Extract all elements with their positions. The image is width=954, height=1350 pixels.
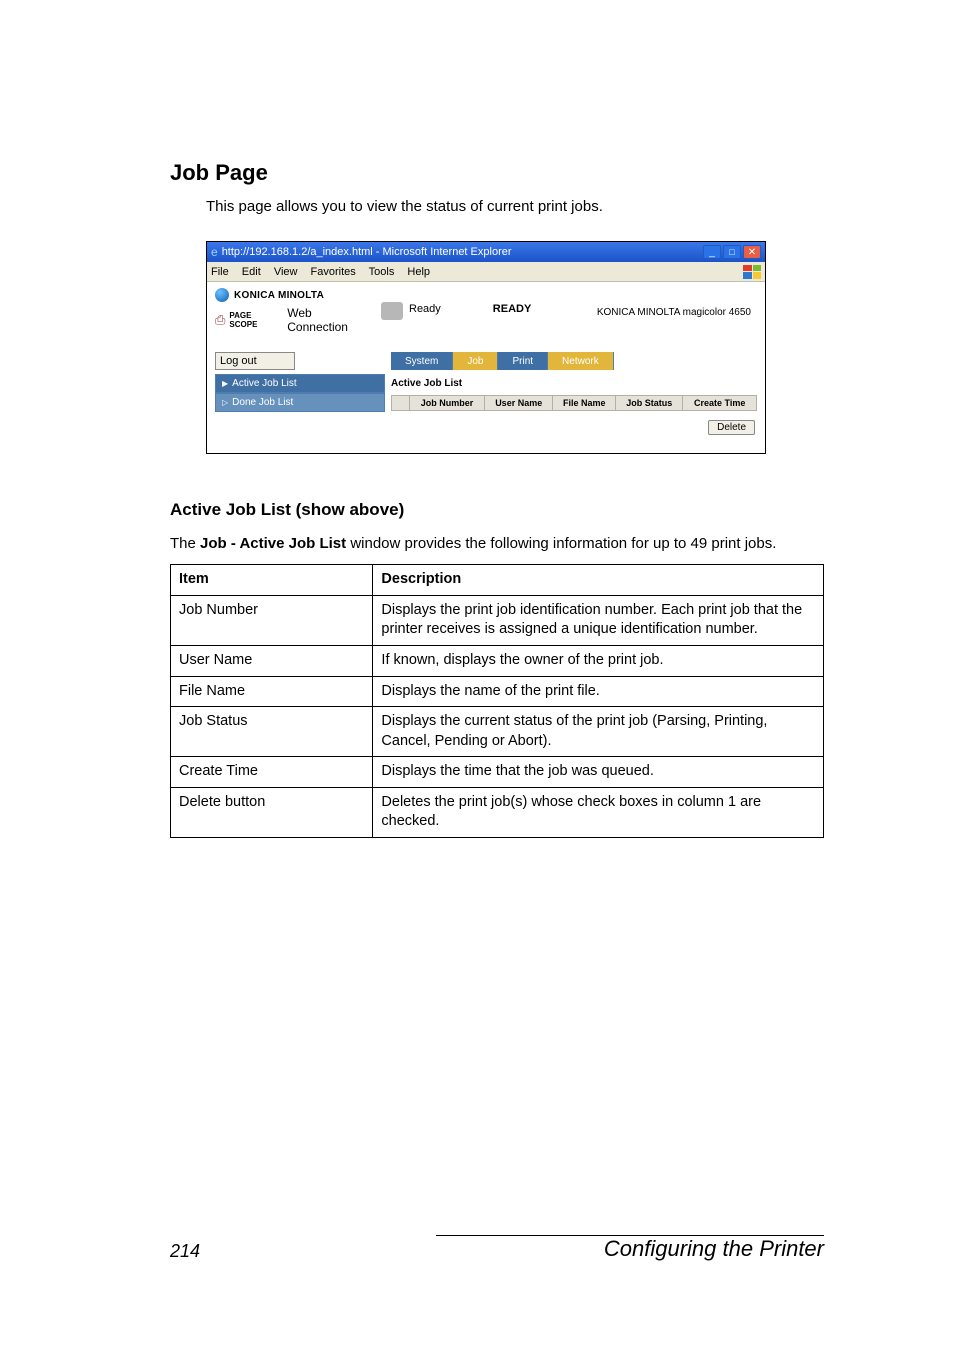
menu-view[interactable]: View xyxy=(274,266,298,278)
intro-text: This page allows you to view the status … xyxy=(206,198,824,215)
printer-icon xyxy=(381,302,403,320)
description-paragraph: The Job - Active Job List window provide… xyxy=(170,534,824,554)
ready-small: Ready xyxy=(409,303,441,315)
triangle-icon: ▶ xyxy=(222,379,228,388)
sidebar-item-active-job-list[interactable]: ▶ Active Job List xyxy=(215,374,385,393)
col-job-status: Job Status xyxy=(616,396,683,411)
tab-print[interactable]: Print xyxy=(498,352,548,370)
menu-tools[interactable]: Tools xyxy=(369,266,395,278)
table-row: Create TimeDisplays the time that the jo… xyxy=(171,757,824,788)
logout-button[interactable]: Log out xyxy=(215,352,295,370)
page-number: 214 xyxy=(170,1241,200,1262)
menubar: File Edit View Favorites Tools Help xyxy=(207,262,765,282)
table-row: File NameDisplays the name of the print … xyxy=(171,676,824,707)
printer-model: KONICA MINOLTA magicolor 4650 xyxy=(597,307,757,318)
active-job-list-subhead: Active Job List (show above) xyxy=(170,500,824,520)
sidebar-item-label: Done Job List xyxy=(232,397,293,408)
window-minimize-button[interactable]: _ xyxy=(703,245,721,259)
window-title: http://192.168.1.2/a_index.html - Micros… xyxy=(222,246,512,258)
web-connection-label: Web Connection xyxy=(287,306,375,334)
menu-favorites[interactable]: Favorites xyxy=(311,266,356,278)
col-checkbox xyxy=(392,396,410,411)
ie-icon: e xyxy=(211,245,218,259)
col-user-name: User Name xyxy=(485,396,553,411)
table-row: Delete buttonDeletes the print job(s) wh… xyxy=(171,787,824,837)
delete-button[interactable]: Delete xyxy=(708,420,755,435)
table-row: Job NumberDisplays the print job identif… xyxy=(171,595,824,645)
tab-bar: System Job Print Network xyxy=(391,352,614,370)
pagescope-label: PAGE SCOPE xyxy=(229,311,281,329)
col-file-name: File Name xyxy=(553,396,616,411)
window-maximize-button[interactable]: □ xyxy=(723,245,741,259)
windows-logo-icon xyxy=(743,265,761,279)
tab-job[interactable]: Job xyxy=(453,352,498,370)
table-row: User NameIf known, displays the owner of… xyxy=(171,645,824,676)
item-description-table: Item Description Job NumberDisplays the … xyxy=(170,564,824,838)
pagescope-icon: ⎙ xyxy=(215,312,225,328)
footer-title: Configuring the Printer xyxy=(604,1236,824,1262)
active-job-table: Job Number User Name File Name Job Statu… xyxy=(391,395,757,411)
window-close-button[interactable]: ✕ xyxy=(743,245,761,259)
th-description: Description xyxy=(373,565,824,596)
sidebar-item-done-job-list[interactable]: ▷ Done Job List xyxy=(215,393,385,412)
menu-file[interactable]: File xyxy=(211,266,229,278)
menu-edit[interactable]: Edit xyxy=(242,266,261,278)
triangle-icon: ▷ xyxy=(222,398,228,407)
globe-icon xyxy=(215,288,229,302)
table-row: Job StatusDisplays the current status of… xyxy=(171,707,824,757)
brand-name: KONICA MINOLTA xyxy=(234,290,324,301)
col-job-number: Job Number xyxy=(410,396,485,411)
col-create-time: Create Time xyxy=(683,396,757,411)
browser-screenshot: e http://192.168.1.2/a_index.html - Micr… xyxy=(206,241,766,454)
panel-title: Active Job List xyxy=(391,378,757,389)
window-titlebar: e http://192.168.1.2/a_index.html - Micr… xyxy=(207,242,765,262)
ready-status: READY xyxy=(493,303,532,315)
job-page-heading: Job Page xyxy=(170,160,824,186)
tab-system[interactable]: System xyxy=(391,352,453,370)
menu-help[interactable]: Help xyxy=(407,266,430,278)
th-item: Item xyxy=(171,565,373,596)
sidebar-item-label: Active Job List xyxy=(232,378,296,389)
tab-network[interactable]: Network xyxy=(548,352,614,370)
